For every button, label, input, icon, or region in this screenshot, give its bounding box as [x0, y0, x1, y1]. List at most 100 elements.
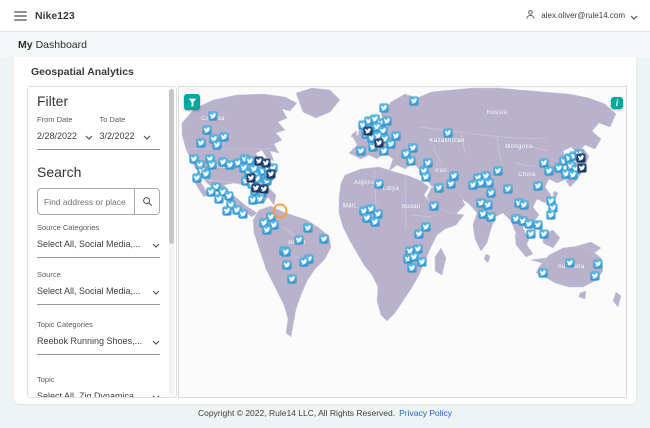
map-marker[interactable]	[414, 229, 424, 239]
map-marker[interactable]	[577, 163, 587, 173]
map-info-button[interactable]: i	[611, 97, 623, 109]
map-marker[interactable]	[222, 206, 232, 216]
map-marker[interactable]	[486, 188, 496, 198]
map-marker[interactable]	[374, 138, 384, 148]
chevron-down-icon	[152, 387, 160, 397]
map-marker[interactable]	[493, 166, 503, 176]
map-marker[interactable]	[590, 271, 600, 281]
map-marker[interactable]	[576, 153, 586, 163]
map-marker[interactable]	[224, 191, 234, 201]
map-marker[interactable]	[483, 200, 493, 210]
page-footer: Copyright © 2022, Rule14 LLC, All Rights…	[0, 408, 650, 418]
map-marker[interactable]	[409, 96, 419, 106]
map-marker[interactable]	[538, 268, 548, 278]
map-marker[interactable]	[319, 234, 329, 244]
map-marker[interactable]	[281, 247, 291, 257]
topic-categories-group: Topic Categories Reebok Running Shoes,..…	[37, 320, 160, 355]
map-marker[interactable]	[486, 212, 496, 222]
map-marker[interactable]	[238, 209, 248, 219]
map-marker[interactable]	[261, 158, 271, 168]
map-marker[interactable]	[503, 184, 513, 194]
page-title: Geospatial Analytics	[31, 66, 134, 78]
map-marker[interactable]	[565, 258, 575, 268]
map-marker[interactable]	[449, 171, 459, 181]
map-marker[interactable]	[201, 169, 211, 179]
map-marker[interactable]	[443, 128, 453, 138]
search-heading: Search	[37, 164, 82, 180]
map-marker[interactable]	[546, 210, 556, 220]
map-marker[interactable]	[429, 201, 439, 211]
map-marker[interactable]	[287, 274, 297, 284]
topic-value: Select All, Zig Dynamica,...	[37, 391, 145, 398]
map-marker[interactable]	[192, 173, 202, 183]
map-marker[interactable]	[196, 138, 206, 148]
privacy-policy-link[interactable]: Privacy Policy	[399, 408, 452, 418]
map-marker[interactable]	[568, 170, 578, 180]
map-marker[interactable]	[202, 125, 212, 135]
map-marker[interactable]	[282, 260, 292, 270]
map-marker[interactable]	[255, 194, 265, 204]
map-marker[interactable]	[386, 139, 396, 149]
topic-categories-label: Topic Categories	[37, 320, 93, 329]
date-row-divider	[37, 149, 160, 150]
map-marker[interactable]	[533, 220, 543, 230]
sidebar-scrollbar-track	[169, 89, 174, 395]
source-categories-select[interactable]: Select All, Social Media,...	[37, 235, 160, 258]
map-marker[interactable]	[207, 160, 217, 170]
map-marker[interactable]	[446, 179, 456, 189]
map-marker[interactable]	[524, 219, 534, 229]
map-marker[interactable]	[406, 156, 416, 166]
map-marker[interactable]	[363, 126, 373, 136]
map-marker[interactable]	[417, 257, 427, 267]
map-marker[interactable]	[593, 259, 603, 269]
search-button[interactable]	[134, 189, 159, 214]
chevron-down-icon	[143, 127, 151, 145]
from-date-label: From Date	[37, 115, 73, 124]
map-marker[interactable]	[214, 194, 224, 204]
top-bar: Nike123 alex.oliver@rule14.com	[0, 0, 650, 32]
source-categories-value: Select All, Social Media,...	[37, 239, 141, 249]
map-marker[interactable]	[356, 146, 366, 156]
map-marker[interactable]	[262, 225, 272, 235]
map-marker[interactable]	[299, 257, 309, 267]
topic-select[interactable]: Select All, Zig Dynamica,...	[37, 387, 160, 398]
map-marker-highlight[interactable]	[272, 203, 288, 219]
map-marker[interactable]	[370, 217, 380, 227]
hamburger-menu-icon[interactable]	[14, 10, 27, 21]
map-filter-button[interactable]	[184, 94, 200, 110]
to-date-select[interactable]: 3/2/2022	[100, 127, 161, 145]
map-marker[interactable]	[208, 111, 218, 121]
map-marker[interactable]	[382, 116, 392, 126]
source-select[interactable]: Select All, Social Media,...	[37, 282, 160, 305]
user-menu[interactable]: alex.oliver@rule14.com	[525, 7, 638, 25]
topic-categories-select[interactable]: Reebok Running Shoes,...	[37, 332, 160, 355]
map-marker[interactable]	[533, 181, 543, 191]
map-marker[interactable]	[259, 184, 269, 194]
map-marker[interactable]	[303, 223, 313, 233]
brand-title: Nike123	[35, 9, 75, 22]
from-date-select[interactable]: 2/28/2022	[37, 127, 98, 145]
app-page: Nike123 alex.oliver@rule14.com My Dashbo…	[0, 0, 650, 428]
map-marker[interactable]	[379, 103, 389, 113]
map-marker[interactable]	[526, 229, 536, 239]
to-date-value: 3/2/2022	[99, 131, 135, 141]
user-email: alex.oliver@rule14.com	[541, 11, 625, 20]
map-marker[interactable]	[421, 172, 431, 182]
map-marker[interactable]	[374, 179, 384, 189]
map-marker[interactable]	[391, 131, 401, 141]
map-marker[interactable]	[434, 183, 444, 193]
map-marker[interactable]	[484, 178, 494, 188]
search-input[interactable]	[38, 189, 134, 214]
breadcrumb-prefix: My	[18, 38, 33, 51]
map-marker[interactable]	[212, 140, 222, 150]
map-marker[interactable]	[539, 229, 549, 239]
chevron-down-icon	[152, 235, 160, 253]
sidebar-scrollbar[interactable]	[169, 89, 174, 244]
map-marker[interactable]	[519, 200, 529, 210]
map-marker[interactable]	[246, 173, 256, 183]
map-marker[interactable]	[544, 166, 554, 176]
map-marker[interactable]	[266, 169, 276, 179]
map-marker[interactable]	[407, 263, 417, 273]
map-marker[interactable]	[294, 235, 304, 245]
geospatial-map[interactable]: CanadaUnited StatesRussiaKazakhstanMongo…	[178, 86, 627, 398]
